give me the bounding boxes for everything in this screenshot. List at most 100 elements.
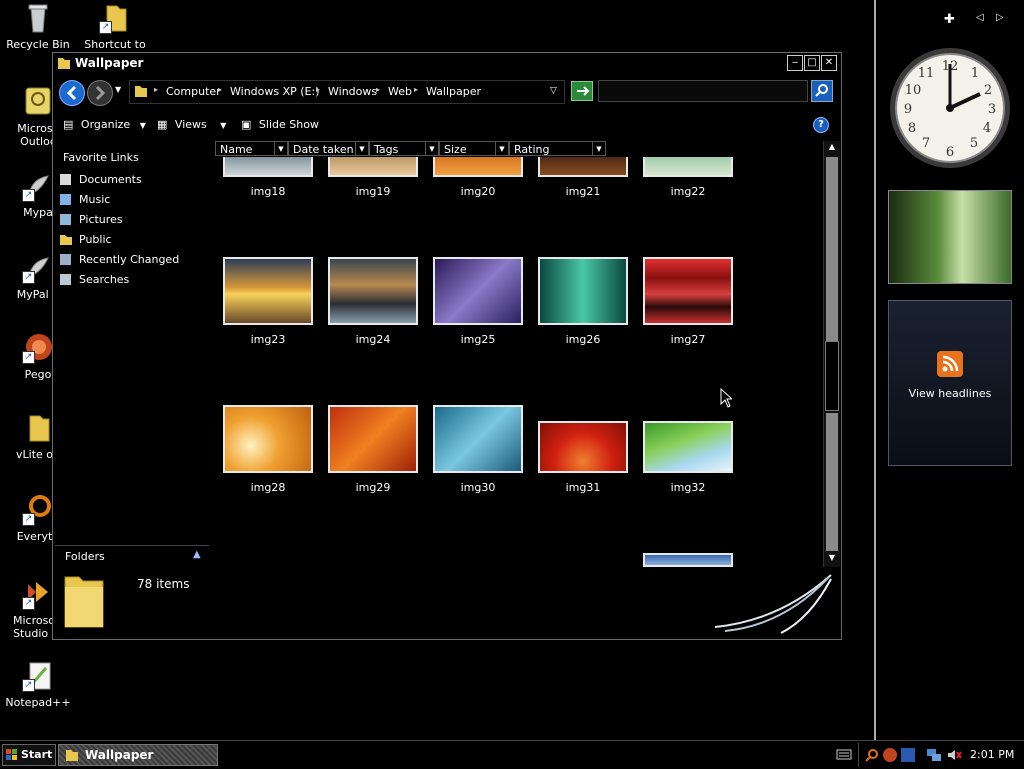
next-page-icon[interactable]: ▷ bbox=[996, 12, 1004, 23]
help-button[interactable]: ? bbox=[813, 117, 829, 133]
chevron-down-icon[interactable]: ▼ bbox=[592, 142, 605, 155]
breadcrumb-windows[interactable]: Windows bbox=[328, 85, 377, 98]
outlook-icon bbox=[22, 86, 54, 118]
organize-button[interactable]: ▤ Organize ▼ bbox=[63, 118, 146, 131]
search-button[interactable] bbox=[811, 80, 833, 102]
chevron-down-icon[interactable]: ▼ bbox=[274, 142, 287, 155]
thumbnail-name: img23 bbox=[250, 333, 286, 346]
shortcut-arrow-icon: ↗ bbox=[99, 21, 112, 34]
desktop-icon-notepadpp[interactable]: ↗ Notepad++ bbox=[0, 660, 76, 709]
thumbnail-image bbox=[643, 157, 733, 177]
maximize-button[interactable]: □ bbox=[804, 55, 820, 71]
favorite-link-music[interactable]: Music bbox=[57, 191, 207, 209]
start-button[interactable]: Start bbox=[2, 744, 56, 766]
taskbar: Start Wallpaper 2:01 PM bbox=[0, 740, 1024, 769]
forward-button[interactable] bbox=[87, 80, 113, 106]
app-tray-icon[interactable] bbox=[900, 747, 916, 766]
documents-icon bbox=[59, 173, 73, 186]
feed-headlines-gadget[interactable]: View headlines bbox=[888, 300, 1012, 466]
breadcrumb-separator: ▸ bbox=[218, 85, 223, 94]
folders-toggle[interactable]: Folders ▲ bbox=[55, 545, 209, 568]
organize-icon: ▤ bbox=[63, 118, 74, 131]
breadcrumb-drive[interactable]: Windows XP (E:) bbox=[230, 85, 320, 98]
column-headers: Name ▼ Date taken ▼ Tags ▼ Size ▼ Rating ▼ bbox=[215, 141, 827, 157]
recent-icon bbox=[59, 253, 73, 266]
scroll-down-button[interactable]: ▼ bbox=[825, 553, 839, 565]
chevron-down-icon: ▼ bbox=[220, 121, 227, 130]
volume-muted-icon[interactable] bbox=[946, 747, 962, 766]
visual-studio-icon: ↗ bbox=[22, 578, 54, 610]
network-icon[interactable] bbox=[926, 747, 942, 766]
shortcut-arrow-icon: ↗ bbox=[22, 679, 35, 692]
add-gadget-icon[interactable]: ✚ bbox=[944, 12, 955, 27]
command-bar: ▤ Organize ▼ ▦ Views ▼ ▣ Slide Show ? bbox=[53, 113, 841, 139]
chevron-down-icon[interactable]: ▼ bbox=[495, 142, 508, 155]
explorer-window[interactable]: Wallpaper ‒ □ ✕ ▼ ▸ Computer ▸ Windows X… bbox=[52, 52, 842, 640]
thumbnail-name: img31 bbox=[565, 481, 601, 494]
search-tray-icon[interactable] bbox=[864, 747, 880, 766]
recent-pages-dropdown[interactable]: ▼ bbox=[115, 85, 121, 94]
clock[interactable]: 2:01 PM bbox=[970, 748, 1014, 761]
vertical-scrollbar[interactable]: ▲ ▼ bbox=[823, 141, 840, 567]
column-header-rating[interactable]: Rating ▼ bbox=[509, 141, 606, 156]
search-input[interactable] bbox=[598, 80, 808, 102]
svg-text:7: 7 bbox=[922, 136, 930, 151]
thumbnail-image bbox=[223, 405, 313, 473]
title-bar[interactable]: Wallpaper ‒ □ ✕ bbox=[53, 53, 841, 73]
pego-tray-icon[interactable] bbox=[882, 747, 898, 766]
slideshow-gadget[interactable] bbox=[888, 190, 1012, 284]
thumbnail-image bbox=[328, 257, 418, 325]
close-button[interactable]: ✕ bbox=[821, 55, 837, 71]
views-button[interactable]: ▦ Views ▼ bbox=[157, 118, 226, 131]
rss-icon bbox=[937, 351, 963, 377]
slideshow-icon: ▣ bbox=[241, 118, 252, 131]
chevron-down-icon[interactable]: ▼ bbox=[355, 142, 368, 155]
view-headlines-label[interactable]: View headlines bbox=[889, 387, 1011, 400]
thumbnail-image bbox=[643, 421, 733, 473]
keyboard-icon[interactable] bbox=[836, 747, 852, 764]
thumbnail-name: img21 bbox=[565, 185, 601, 198]
svg-text:9: 9 bbox=[904, 102, 912, 117]
minimize-button[interactable]: ‒ bbox=[787, 55, 803, 71]
thumbnail-image bbox=[223, 257, 313, 325]
taskbar-button-wallpaper[interactable]: Wallpaper bbox=[58, 744, 218, 766]
svg-text:3: 3 bbox=[988, 102, 996, 117]
scroll-thumb[interactable] bbox=[825, 341, 839, 411]
address-bar[interactable]: ▸ Computer ▸ Windows XP (E:) ▸ Windows ▸… bbox=[129, 80, 565, 104]
column-header-size[interactable]: Size ▼ bbox=[439, 141, 509, 156]
thumbnail-image bbox=[433, 157, 523, 177]
column-header-tags[interactable]: Tags ▼ bbox=[369, 141, 439, 156]
favorite-link-searches[interactable]: Searches bbox=[57, 271, 207, 289]
previous-page-icon[interactable]: ◁ bbox=[976, 12, 984, 23]
thumbnail-image bbox=[538, 421, 628, 473]
desktop-icon-recycle-bin[interactable]: Recycle Bin bbox=[0, 2, 76, 51]
breadcrumb-computer[interactable]: Computer bbox=[166, 85, 221, 98]
address-dropdown-icon[interactable]: ▽ bbox=[550, 86, 557, 96]
svg-text:2: 2 bbox=[984, 83, 992, 98]
favorite-link-recently-changed[interactable]: Recently Changed bbox=[57, 251, 207, 269]
favorite-link-documents[interactable]: Documents bbox=[57, 171, 207, 189]
address-row: ▼ ▸ Computer ▸ Windows XP (E:) ▸ Windows… bbox=[53, 77, 841, 106]
favorite-link-pictures[interactable]: Pictures bbox=[57, 211, 207, 229]
column-header-date-taken[interactable]: Date taken ▼ bbox=[288, 141, 369, 156]
back-button[interactable] bbox=[59, 80, 85, 106]
breadcrumb-web[interactable]: Web bbox=[388, 85, 412, 98]
thumbnail-image bbox=[328, 157, 418, 177]
scroll-track-upper[interactable] bbox=[826, 157, 838, 341]
folder-icon bbox=[57, 56, 71, 73]
desktop-icon-shortcut[interactable]: ↗ Shortcut to bbox=[77, 2, 153, 51]
thumbnail-image[interactable] bbox=[643, 553, 733, 567]
slideshow-button[interactable]: ▣ Slide Show bbox=[241, 118, 319, 131]
refresh-button[interactable] bbox=[571, 81, 593, 101]
favorite-link-public[interactable]: Public bbox=[57, 231, 207, 249]
scroll-track-lower[interactable] bbox=[826, 413, 838, 551]
clock-gadget[interactable]: 1212 345 678 91011 bbox=[888, 46, 1012, 173]
chevron-down-icon[interactable]: ▼ bbox=[425, 142, 438, 155]
scroll-up-button[interactable]: ▲ bbox=[825, 142, 839, 154]
thumbnail-name: img25 bbox=[460, 333, 496, 346]
pego-icon: ↗ bbox=[22, 332, 54, 364]
breadcrumb-separator: ▸ bbox=[316, 85, 321, 94]
breadcrumb-wallpaper[interactable]: Wallpaper bbox=[426, 85, 481, 98]
svg-text:5: 5 bbox=[970, 136, 978, 151]
column-header-name[interactable]: Name ▼ bbox=[215, 141, 288, 156]
